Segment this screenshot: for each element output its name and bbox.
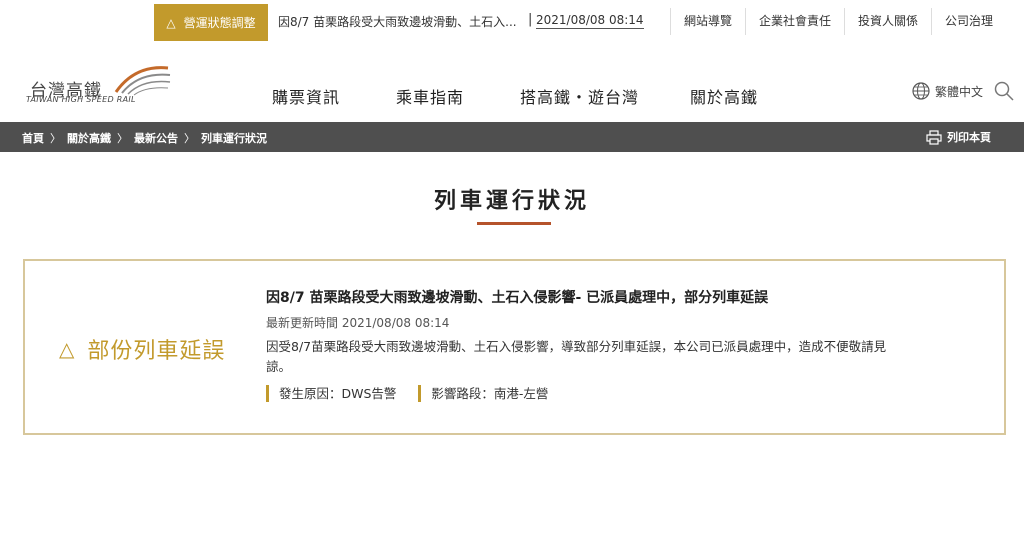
breadcrumb-separator-icon: 〉 [184,132,195,145]
notice-body: 因受8/7苗栗路段受大雨致邊坡滑動、土石入侵影響，導致部分列車延誤，本公司已派員… [266,339,887,374]
search-icon [994,81,1014,101]
util-link-csr[interactable]: 企業社會責任 [745,8,844,35]
breadcrumb-home[interactable]: 首頁 [22,130,44,146]
warning-icon: △ [59,337,76,361]
nav-about[interactable]: 關於高鐵 [690,84,758,108]
breadcrumb-bar: 首頁 〉 關於高鐵 〉 最新公告 〉 列車運行狀況 列印本頁 [0,122,1024,152]
title-underline [477,222,551,225]
operation-status-tag[interactable]: △ 營運狀態調整 [154,4,268,41]
search-button[interactable] [994,81,1014,101]
globe-icon [912,82,930,100]
alert-timestamp[interactable]: 2021/08/08 08:14 [536,13,644,29]
notice-affected-section: 影響路段：南港-左營 [418,385,548,402]
notice-updated-time: 2021/08/08 08:14 [341,316,450,330]
notice-meta: 發生原因：DWS告警 影響路段：南港-左營 [266,385,548,402]
operation-status-label: 營運狀態調整 [183,16,256,30]
breadcrumb-separator-icon: 〉 [50,132,61,145]
nav-ticketing[interactable]: 購票資訊 [272,84,340,108]
alert-headline-link[interactable]: 因8/7 苗栗路段受大雨致邊坡滑動、土石入... [278,13,517,30]
nav-travel-guide[interactable]: 乘車指南 [396,84,464,108]
language-label: 繁體中文 [935,84,984,99]
breadcrumb-separator-icon: 〉 [117,132,128,145]
delay-status-label: 部份列車延誤 [87,339,226,364]
main-navigation: 購票資訊 乘車指南 搭高鐵・遊台灣 關於高鐵 [0,84,1024,108]
nav-tourism[interactable]: 搭高鐵・遊台灣 [520,84,639,108]
notice-updated: 最新更新時間 2021/08/08 08:14 [266,314,449,331]
alert-divider: | [528,12,533,27]
warning-icon: △ [166,15,176,30]
language-selector[interactable]: 繁體中文 [912,82,983,100]
util-link-governance[interactable]: 公司治理 [931,8,1006,35]
top-utility-bar: △ 營運狀態調整 因8/7 苗栗路段受大雨致邊坡滑動、土石入... | 2021… [0,0,1024,42]
util-link-investor[interactable]: 投資人關係 [844,8,931,35]
print-label: 列印本頁 [947,131,991,144]
notice-cause: 發生原因：DWS告警 [266,385,396,402]
page-title: 列車運行狀況 [433,189,590,214]
utility-links: 網站導覽 企業社會責任 投資人關係 公司治理 [670,8,1006,35]
util-link-sitemap[interactable]: 網站導覽 [670,8,745,35]
delay-status: △ 部份列車延誤 [59,333,225,365]
breadcrumb-current: 列車運行狀況 [201,132,267,145]
notice-updated-label: 最新更新時間 [266,316,339,330]
breadcrumb-about[interactable]: 關於高鐵 [67,130,111,146]
breadcrumb-news[interactable]: 最新公告 [134,130,178,146]
print-button[interactable]: 列印本頁 [926,129,991,145]
printer-icon [926,129,942,145]
breadcrumb: 首頁 〉 關於高鐵 〉 最新公告 〉 列車運行狀況 [22,130,267,146]
train-status-notice: △ 部份列車延誤 因8/7 苗栗路段受大雨致邊坡滑動、土石入侵影響- 已派員處理… [23,259,1006,435]
notice-title: 因8/7 苗栗路段受大雨致邊坡滑動、土石入侵影響- 已派員處理中，部分列車延誤 [266,290,769,306]
